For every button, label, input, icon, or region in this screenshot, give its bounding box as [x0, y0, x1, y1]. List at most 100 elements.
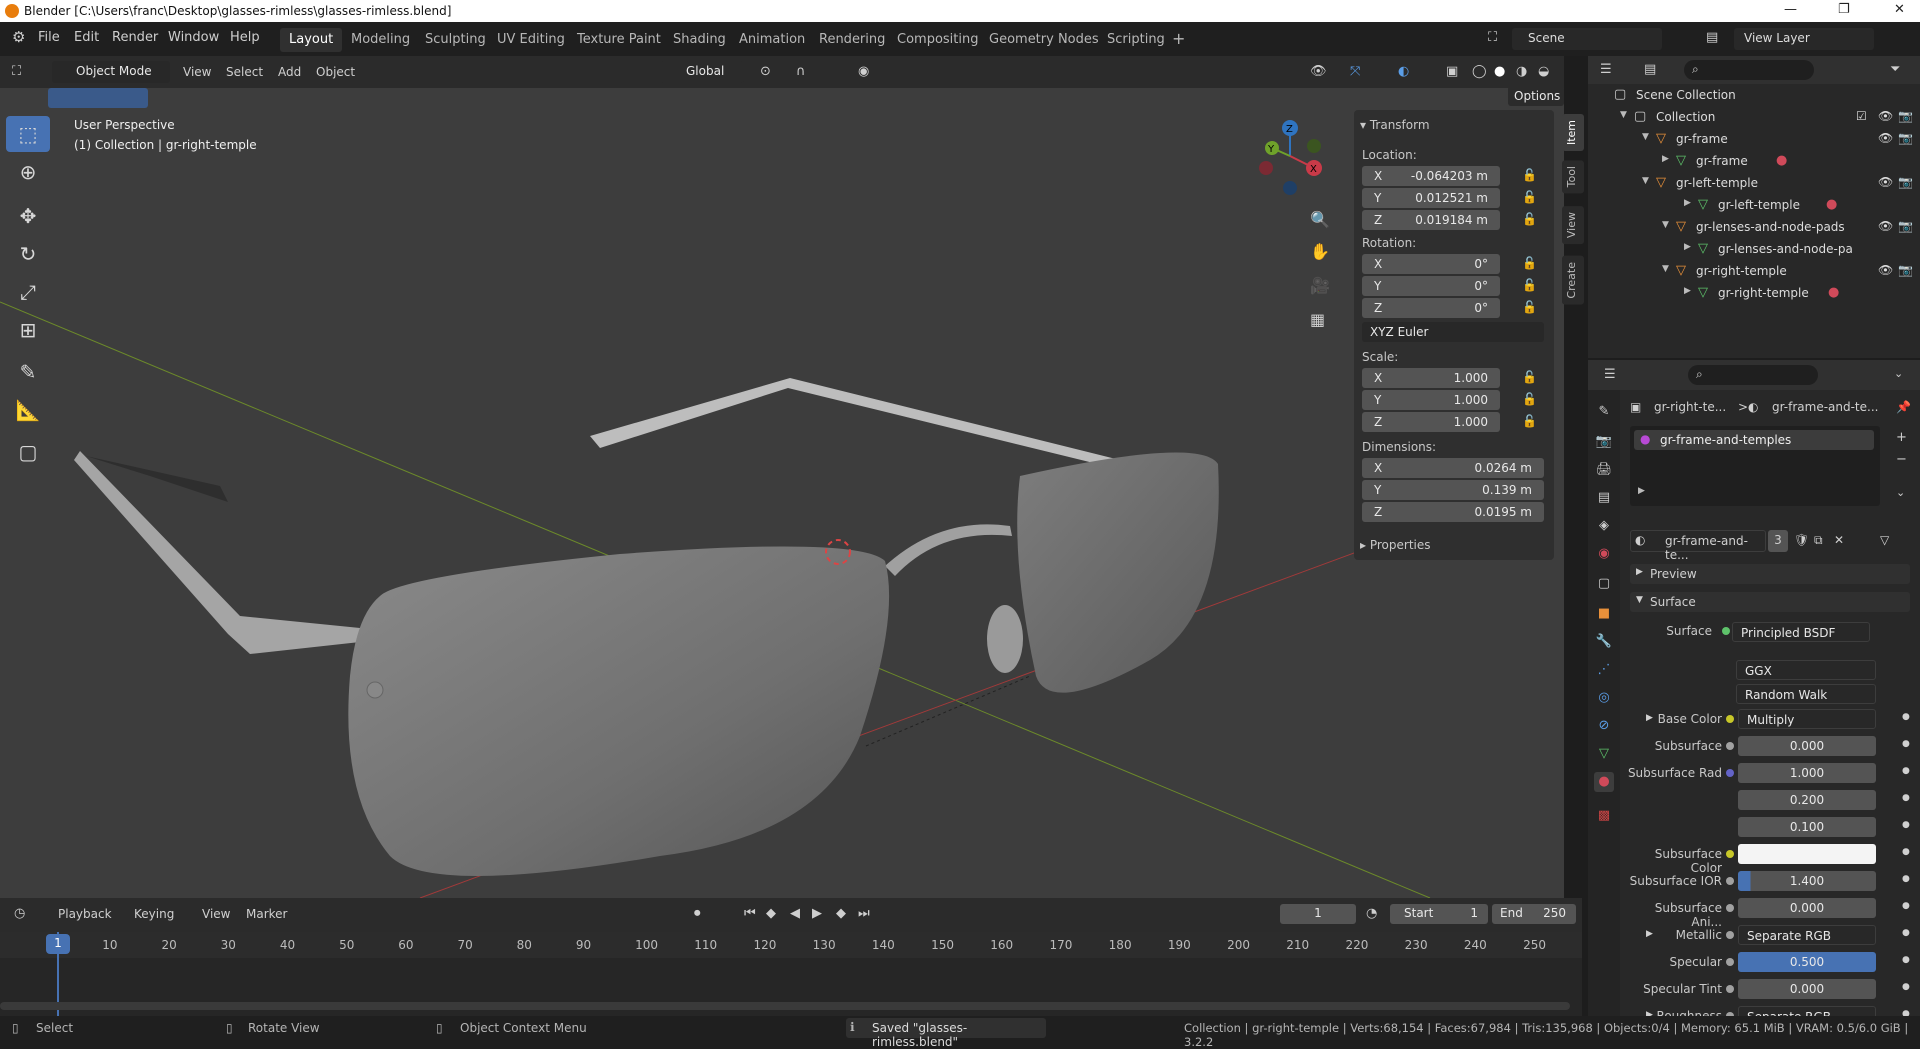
keyframe-dot-icon[interactable]: ●: [1902, 955, 1910, 965]
keyframe-dot-icon[interactable]: ●: [1902, 820, 1910, 830]
preview-panel-header[interactable]: ▶ Preview: [1630, 564, 1910, 584]
editor-type-icon[interactable]: ⛶: [12, 64, 21, 79]
expand-icon[interactable]: ▶: [1662, 154, 1669, 164]
data-tab-icon[interactable]: ▽: [1594, 744, 1614, 764]
keyframe-dot-icon[interactable]: ●: [1902, 793, 1910, 803]
expand-icon[interactable]: ▶: [1684, 286, 1691, 296]
eye-icon[interactable]: 👁: [1878, 109, 1893, 123]
outliner-row-gr-lenses-mesh[interactable]: ▶ ▽ gr-lenses-and-node-pa: [1588, 238, 1920, 260]
pivot-icon[interactable]: ⊙: [760, 64, 771, 79]
zoom-icon[interactable]: 🔍: [1310, 210, 1330, 229]
add-cube-tool[interactable]: ▢: [6, 434, 50, 470]
scale-tool[interactable]: ⤢: [6, 274, 50, 310]
timeline-menu-keying[interactable]: Keying: [134, 907, 174, 921]
tab-rendering[interactable]: Rendering: [810, 28, 894, 52]
proportional-edit-icon[interactable]: ◉: [858, 64, 869, 79]
status-report[interactable]: ℹ Saved "glasses-rimless.blend": [846, 1018, 1046, 1049]
camera-icon[interactable]: 📷: [1898, 175, 1913, 189]
tab-compositing[interactable]: Compositing: [888, 28, 988, 52]
outliner-row-gr-frame[interactable]: ▼ ▽ gr-frame 👁 📷: [1588, 128, 1920, 150]
menu-file[interactable]: File: [38, 30, 60, 45]
expand-icon[interactable]: ▶: [1684, 242, 1691, 252]
vp-menu-select[interactable]: Select: [226, 65, 263, 79]
scene-selector[interactable]: Scene: [1512, 28, 1662, 50]
location-y-field[interactable]: Y 0.012521 m: [1362, 188, 1500, 208]
lock-icon[interactable]: 🔓: [1522, 278, 1537, 292]
wireframe-shading-icon[interactable]: ◯: [1472, 64, 1487, 79]
outliner-editor-icon[interactable]: ☰: [1600, 62, 1612, 77]
shader-input-value[interactable]: 0.500: [1738, 952, 1876, 972]
dimension-x-field[interactable]: X 0.0264 m: [1362, 458, 1544, 478]
material-shading-icon[interactable]: ◑: [1516, 64, 1527, 79]
location-z-field[interactable]: Z 0.019184 m: [1362, 210, 1500, 230]
chevron-down-icon[interactable]: ⌄: [1894, 367, 1903, 380]
gizmo-toggle-icon[interactable]: ⤧: [1350, 64, 1360, 79]
rotate-tool[interactable]: ↻: [6, 236, 50, 272]
overlay-icon[interactable]: ◐: [1398, 64, 1409, 79]
vp-menu-add[interactable]: Add: [278, 65, 301, 79]
next-keyframe-icon[interactable]: ◆: [836, 906, 846, 921]
material-tab-icon[interactable]: ●: [1594, 772, 1614, 792]
vp-menu-object[interactable]: Object: [316, 65, 355, 79]
lock-icon[interactable]: 🔓: [1522, 414, 1537, 428]
select-box-tool[interactable]: ⬚: [6, 116, 50, 152]
move-tool[interactable]: ✥: [6, 198, 50, 234]
camera-icon[interactable]: 📷: [1898, 109, 1913, 123]
physics-tab-icon[interactable]: ◎: [1594, 688, 1614, 708]
ortho-grid-icon[interactable]: ▦: [1310, 310, 1325, 329]
shader-input-value[interactable]: 0.100: [1738, 817, 1876, 837]
eye-icon[interactable]: 👁: [1878, 131, 1893, 145]
view-layer-selector[interactable]: View Layer: [1734, 28, 1874, 50]
tab-animation[interactable]: Animation: [730, 28, 814, 52]
navigation-gizmo[interactable]: Z X Y: [1252, 118, 1324, 198]
shader-input-value[interactable]: Multiply: [1738, 709, 1876, 729]
outliner-row-gr-lenses[interactable]: ▼ ▽ gr-lenses-and-node-pads 👁 📷: [1588, 216, 1920, 238]
selection-mode-buttons[interactable]: [48, 88, 148, 108]
collection-tab-icon[interactable]: ▢: [1594, 574, 1614, 594]
timeline-menu-view[interactable]: View: [202, 907, 230, 921]
add-slot-button[interactable]: +: [1896, 430, 1907, 445]
properties-search-input[interactable]: ⌕: [1688, 365, 1818, 385]
lock-icon[interactable]: 🔓: [1522, 190, 1537, 204]
lock-icon[interactable]: 🔓: [1522, 300, 1537, 314]
keyframe-dot-icon[interactable]: ●: [1902, 874, 1910, 884]
jump-start-icon[interactable]: ⏮: [744, 906, 756, 921]
eye-icon[interactable]: 👁: [1878, 263, 1893, 277]
playhead-frame-label[interactable]: 1: [46, 934, 70, 954]
3d-viewport[interactable]: User Perspective (1) Collection | gr-rig…: [0, 56, 1564, 898]
vp-menu-view[interactable]: View: [183, 65, 211, 79]
shader-input-value[interactable]: 0.000: [1738, 898, 1876, 918]
modifier-tab-icon[interactable]: 🔧: [1594, 632, 1614, 652]
menu-help[interactable]: Help: [230, 30, 260, 45]
maximize-button[interactable]: ❐: [1838, 2, 1850, 17]
rotation-z-field[interactable]: Z 0°: [1362, 298, 1500, 318]
shader-input-value[interactable]: 1.000: [1738, 763, 1876, 783]
filter-icon[interactable]: ⏷: [1890, 62, 1900, 77]
outliner-row-gr-frame-mesh[interactable]: ▶ ▽ gr-frame ●: [1588, 150, 1920, 172]
eye-icon[interactable]: 👁: [1878, 219, 1893, 233]
outliner-row-gr-right-temple[interactable]: ▼ ▽ gr-right-temple 👁 📷: [1588, 260, 1920, 282]
tab-sculpting[interactable]: Sculpting: [416, 28, 495, 52]
view-layer-tab-icon[interactable]: ▤: [1594, 488, 1614, 508]
output-tab-icon[interactable]: 🖨: [1594, 460, 1614, 480]
location-x-field[interactable]: X -0.064203 m: [1362, 166, 1500, 186]
end-frame-field[interactable]: End 250: [1492, 904, 1576, 924]
tab-geometry-nodes[interactable]: Geometry Nodes: [980, 28, 1108, 52]
scale-x-field[interactable]: X 1.000: [1362, 368, 1500, 388]
object-tab-icon[interactable]: ■: [1594, 604, 1614, 624]
duplicate-icon[interactable]: ⧉: [1814, 533, 1823, 548]
expand-icon[interactable]: ▶: [1638, 486, 1645, 496]
lock-icon[interactable]: 🔓: [1522, 212, 1537, 226]
surface-shader-selector[interactable]: Principled BSDF: [1732, 622, 1870, 642]
properties-editor-icon[interactable]: ☰: [1604, 367, 1616, 382]
timeline-menu-playback[interactable]: Playback: [58, 907, 112, 921]
render-tab-icon[interactable]: 📷: [1594, 432, 1614, 452]
outliner-row-scene-collection[interactable]: ▢ Scene Collection: [1588, 84, 1920, 106]
visibility-icon[interactable]: 👁: [1310, 64, 1327, 79]
keyframe-dot-icon[interactable]: ●: [1902, 739, 1910, 749]
tab-texture-paint[interactable]: Texture Paint: [568, 28, 670, 52]
keyframe-dot-icon[interactable]: ●: [1902, 901, 1910, 911]
annotate-tool[interactable]: ✎: [6, 354, 50, 390]
lock-icon[interactable]: 🔓: [1522, 392, 1537, 406]
timeline-editor-icon[interactable]: ◷: [14, 906, 25, 921]
